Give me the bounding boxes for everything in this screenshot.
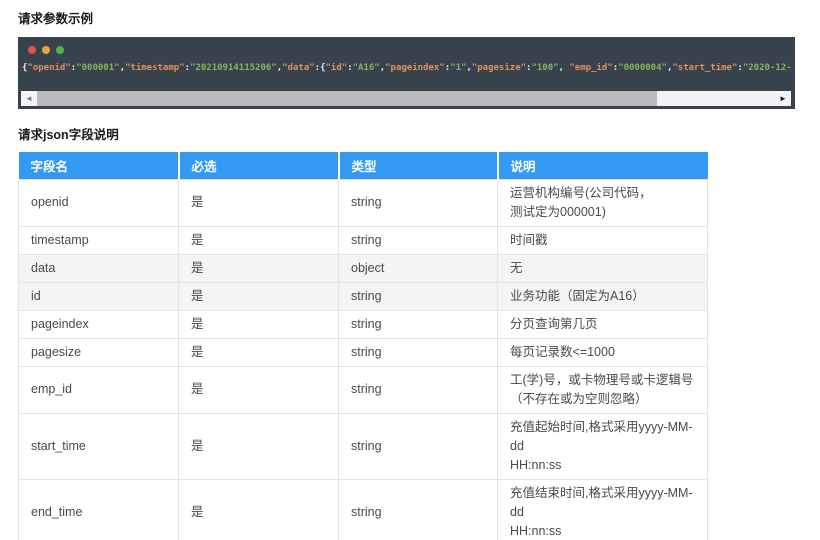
field-table: 字段名必选类型说明 openid是string运营机构编号(公司代码， 测试定为…	[18, 152, 708, 540]
window-controls	[18, 37, 795, 54]
cell-field: timestamp	[19, 226, 179, 254]
request-fields-title: 请求json字段说明	[18, 109, 820, 143]
cell-type: string	[339, 479, 498, 540]
cell-type: string	[339, 413, 498, 479]
table-row: id是string业务功能（固定为A16）	[19, 282, 708, 310]
cell-desc: 工(学)号，或卡物理号或卡逻辑号 （不存在或为空则忽略）	[498, 366, 708, 413]
window-dot-yellow-icon	[42, 46, 50, 54]
code-window: {"openid":"000001","timestamp":"20210914…	[18, 37, 795, 109]
cell-type: string	[339, 366, 498, 413]
column-header: 类型	[339, 152, 498, 179]
cell-required: 是	[179, 366, 339, 413]
scrollbar-track[interactable]	[37, 91, 775, 106]
horizontal-scrollbar[interactable]: ◄ ►	[21, 91, 791, 106]
cell-field: end_time	[19, 479, 179, 540]
request-example-title: 请求参数示例	[18, 0, 820, 27]
cell-required: 是	[179, 226, 339, 254]
window-dot-green-icon	[56, 46, 64, 54]
table-row: end_time是string充值结束时间,格式采用yyyy-MM-dd HH:…	[19, 479, 708, 540]
window-dot-red-icon	[28, 46, 36, 54]
table-row: pagesize是string每页记录数<=1000	[19, 338, 708, 366]
cell-required: 是	[179, 282, 339, 310]
cell-type: string	[339, 179, 498, 226]
scroll-left-arrow-icon[interactable]: ◄	[21, 91, 37, 106]
cell-desc: 充值起始时间,格式采用yyyy-MM-dd HH:nn:ss	[498, 413, 708, 479]
table-row: openid是string运营机构编号(公司代码， 测试定为000001)	[19, 179, 708, 226]
scroll-right-arrow-icon[interactable]: ►	[775, 91, 791, 106]
table-row: pageindex是string分页查询第几页	[19, 310, 708, 338]
cell-type: string	[339, 226, 498, 254]
cell-required: 是	[179, 338, 339, 366]
cell-field: pagesize	[19, 338, 179, 366]
cell-field: pageindex	[19, 310, 179, 338]
cell-field: id	[19, 282, 179, 310]
column-header: 字段名	[19, 152, 179, 179]
cell-desc: 运营机构编号(公司代码， 测试定为000001)	[498, 179, 708, 226]
cell-desc: 时间戳	[498, 226, 708, 254]
cell-field: emp_id	[19, 366, 179, 413]
cell-type: string	[339, 282, 498, 310]
cell-desc: 充值结束时间,格式采用yyyy-MM-dd HH:nn:ss	[498, 479, 708, 540]
table-row: data是object无	[19, 254, 708, 282]
cell-required: 是	[179, 479, 339, 540]
table-row: start_time是string充值起始时间,格式采用yyyy-MM-dd H…	[19, 413, 708, 479]
cell-required: 是	[179, 254, 339, 282]
cell-field: openid	[19, 179, 179, 226]
cell-desc: 无	[498, 254, 708, 282]
cell-desc: 业务功能（固定为A16）	[498, 282, 708, 310]
table-row: emp_id是string工(学)号，或卡物理号或卡逻辑号 （不存在或为空则忽略…	[19, 366, 708, 413]
code-line: {"openid":"000001","timestamp":"20210914…	[22, 63, 792, 73]
field-table-body: openid是string运营机构编号(公司代码， 测试定为000001)tim…	[19, 179, 708, 540]
cell-field: start_time	[19, 413, 179, 479]
field-table-head-row: 字段名必选类型说明	[19, 152, 708, 179]
cell-desc: 分页查询第几页	[498, 310, 708, 338]
cell-type: string	[339, 310, 498, 338]
column-header: 必选	[179, 152, 339, 179]
cell-required: 是	[179, 179, 339, 226]
cell-type: object	[339, 254, 498, 282]
cell-type: string	[339, 338, 498, 366]
cell-field: data	[19, 254, 179, 282]
column-header: 说明	[498, 152, 708, 179]
scrollbar-thumb[interactable]	[37, 91, 657, 106]
cell-required: 是	[179, 310, 339, 338]
table-row: timestamp是string时间戳	[19, 226, 708, 254]
cell-required: 是	[179, 413, 339, 479]
cell-desc: 每页记录数<=1000	[498, 338, 708, 366]
api-doc-page: 请求参数示例 {"openid":"000001","timestamp":"2…	[0, 0, 820, 540]
